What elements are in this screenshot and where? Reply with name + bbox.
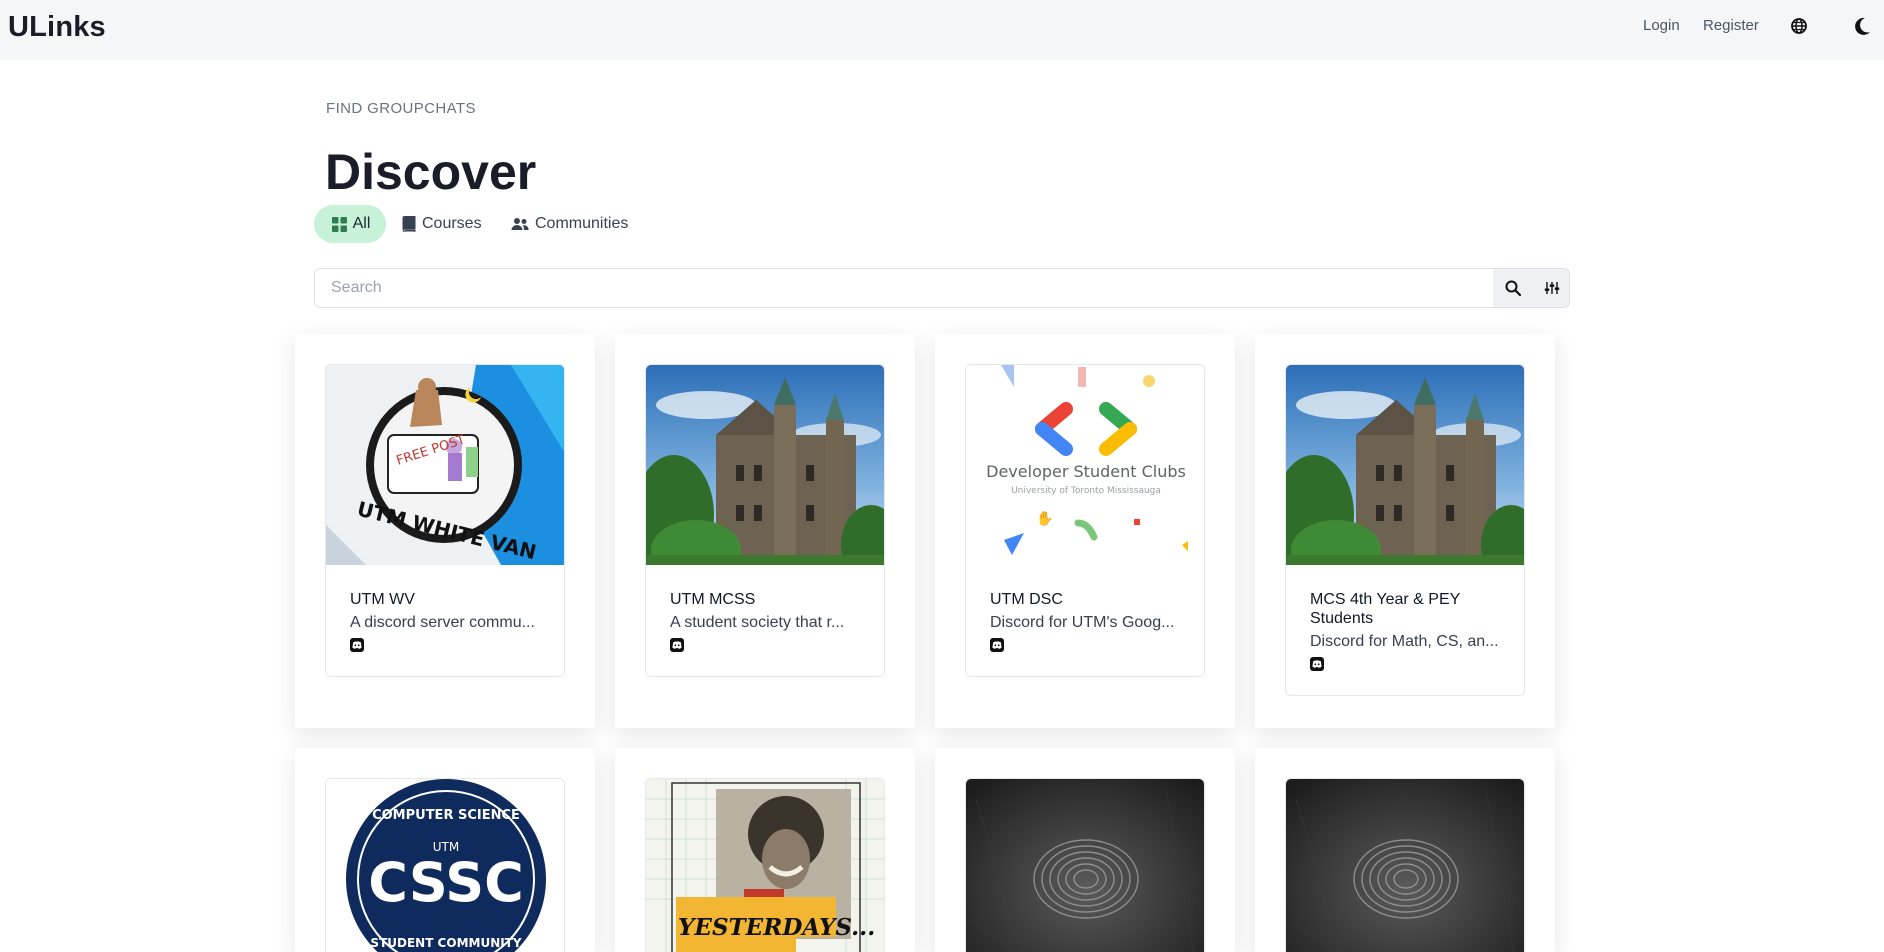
community-card [1255, 748, 1555, 952]
yesterdays-text: YESTERDAYS... [678, 914, 875, 941]
fingerprint-photo [1286, 779, 1524, 952]
tab-courses[interactable]: Courses [402, 205, 482, 243]
login-link[interactable]: Login [1643, 17, 1680, 34]
card-link[interactable]: UTM MCSS A student society that r... [645, 364, 885, 677]
sliders-icon [1544, 282, 1559, 294]
card-link[interactable]: YESTERDAYS... [645, 778, 885, 952]
brand-logo[interactable]: ULinks [8, 11, 106, 44]
page-eyebrow: FIND GROUPCHATS [326, 100, 476, 117]
card-link[interactable] [1285, 778, 1525, 952]
campus-building-photo [1286, 365, 1524, 565]
community-card [935, 748, 1235, 952]
globe-icon[interactable] [1789, 16, 1809, 36]
top-navbar: ULinks Login Register [0, 0, 1884, 60]
filter-button[interactable] [1532, 269, 1569, 307]
discord-icon [990, 638, 1004, 652]
search-bar [314, 268, 1570, 308]
discord-icon [670, 638, 684, 652]
community-card: UTM MCSS A student society that r... [615, 334, 915, 728]
cssc-main-text: CSSC [368, 851, 524, 914]
card-title: UTM WV [350, 591, 415, 608]
tab-all-label: All [352, 215, 371, 232]
card-link[interactable]: Developer Student Clubs University of To… [965, 364, 1205, 677]
register-link[interactable]: Register [1703, 17, 1759, 34]
tab-communities-label: Communities [535, 215, 629, 232]
tab-communities[interactable]: Communities [511, 205, 628, 243]
page-title: Discover [325, 144, 537, 200]
cssc-logo: COMPUTER SCIENCE UTM CSSC STUDENT COMMUN… [326, 779, 564, 952]
dsc-title-text: Developer Student Clubs [986, 462, 1186, 481]
card-description: Discord for UTM's Goog... [990, 614, 1175, 631]
card-description: A student society that r... [670, 614, 845, 631]
discord-icon [1310, 657, 1324, 671]
yesterdays-collage: YESTERDAYS... [646, 779, 884, 952]
community-card: YESTERDAYS... [615, 748, 915, 952]
card-description: Discord for Math, CS, an... [1310, 633, 1499, 650]
utm-white-van-logo: FREE POST UTM WHITE VAN [326, 365, 564, 565]
fingerprint-photo [966, 779, 1204, 952]
users-icon [511, 218, 529, 230]
community-card: COMPUTER SCIENCE UTM CSSC STUDENT COMMUN… [295, 748, 595, 952]
moon-icon[interactable] [1852, 16, 1872, 36]
card-description: A discord server commu... [350, 614, 535, 631]
cssc-bottom-text: STUDENT COMMUNITY [370, 936, 521, 950]
card-link[interactable] [965, 778, 1205, 952]
search-input[interactable] [315, 269, 1493, 307]
discord-icon [350, 638, 364, 652]
developer-student-clubs-logo: Developer Student Clubs University of To… [966, 365, 1204, 565]
card-title: UTM MCSS [670, 591, 756, 608]
card-link[interactable]: COMPUTER SCIENCE UTM CSSC STUDENT COMMUN… [325, 778, 565, 952]
dsc-subtitle-text: University of Toronto Mississauga [1011, 486, 1161, 496]
svg-text:✋: ✋ [1036, 510, 1053, 527]
community-card: Developer Student Clubs University of To… [935, 334, 1235, 728]
card-link[interactable]: MCS 4th Year & PEY Students Discord for … [1285, 364, 1525, 696]
card-link[interactable]: FREE POST UTM WHITE VAN UTM WV A discord… [325, 364, 565, 677]
cssc-top-text: COMPUTER SCIENCE [372, 808, 520, 823]
grid-icon [331, 216, 347, 232]
search-icon [1505, 280, 1521, 296]
community-card: FREE POST UTM WHITE VAN UTM WV A discord… [295, 334, 595, 728]
card-title: UTM DSC [990, 591, 1063, 608]
campus-building-photo [646, 365, 884, 565]
search-button[interactable] [1493, 269, 1532, 307]
book-icon [402, 216, 416, 232]
tab-all[interactable]: All [314, 205, 386, 243]
card-title: MCS 4th Year & PEY Students [1310, 591, 1461, 627]
tab-courses-label: Courses [422, 215, 482, 232]
community-card: MCS 4th Year & PEY Students Discord for … [1255, 334, 1555, 728]
